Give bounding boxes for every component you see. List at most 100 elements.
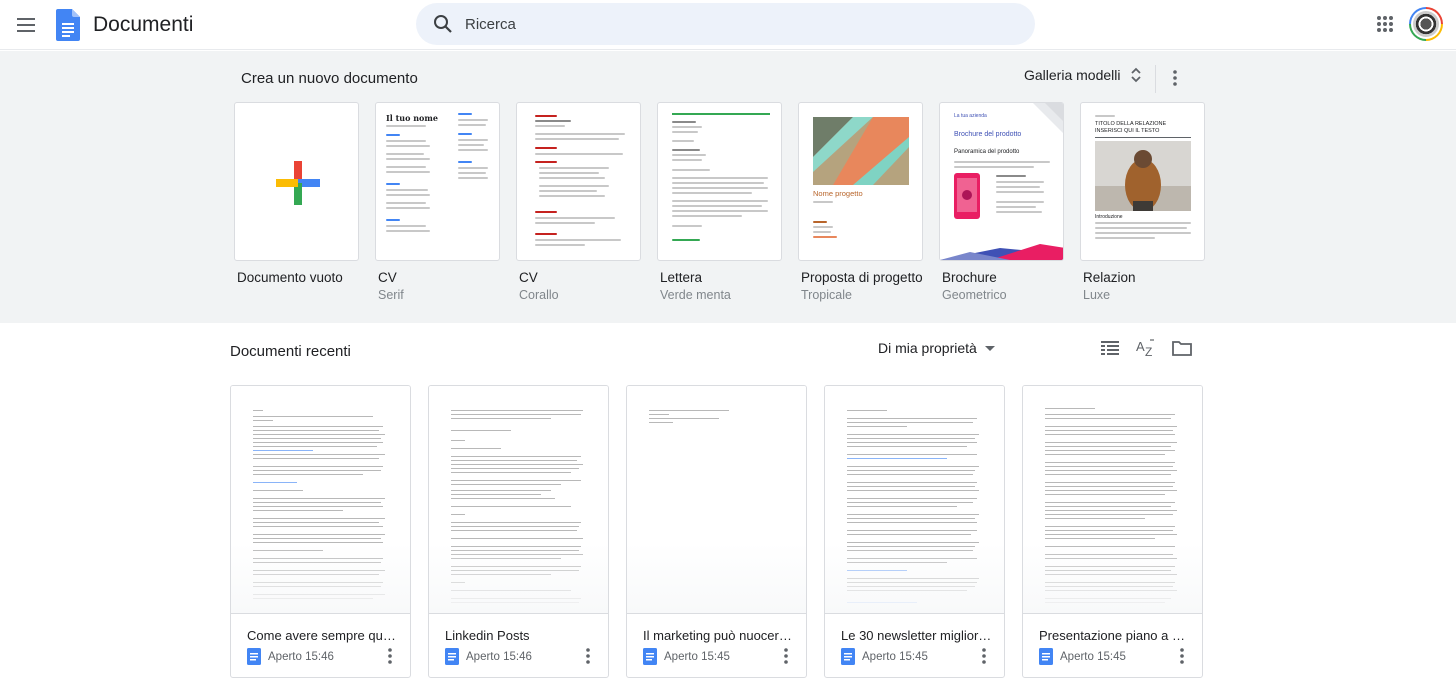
template-thumbnail[interactable]: TITOLO DELLA RELAZIONE INSERISCI QUI IL … (1080, 102, 1205, 261)
search-bar[interactable] (416, 3, 1035, 45)
opened-time: Aperto 15:45 (1060, 650, 1126, 663)
document-meta: Aperto 15:46 (247, 648, 334, 665)
hamburger-menu-button[interactable] (7, 5, 47, 45)
template-name: CV (378, 270, 397, 285)
document-more-button[interactable] (778, 646, 794, 666)
docs-logo-icon[interactable] (56, 8, 80, 41)
docs-file-icon (1039, 648, 1053, 665)
document-more-button[interactable] (580, 646, 596, 666)
plus-icon (276, 161, 320, 205)
document-title: Le 30 newsletter migliori ... (841, 628, 993, 643)
opened-time: Aperto 15:46 (466, 650, 532, 663)
phone-image (954, 173, 980, 219)
document-more-button[interactable] (382, 646, 398, 666)
template-name: Proposta di progetto (801, 270, 923, 285)
document-card[interactable]: Linkedin Posts Aperto 15:46 (428, 385, 609, 678)
document-preview (825, 386, 1004, 614)
docs-file-icon (643, 648, 657, 665)
document-meta: Aperto 15:45 (841, 648, 928, 665)
search-icon[interactable] (431, 12, 455, 36)
document-meta: Aperto 15:45 (1039, 648, 1126, 665)
opened-time: Aperto 15:45 (664, 650, 730, 663)
thumb-intro: Introduzione (1095, 214, 1123, 220)
report-photo (1095, 141, 1191, 211)
template-name: CV (519, 270, 538, 285)
thumb-sub: Panoramica del prodotto (954, 149, 1020, 155)
tropical-illustration (813, 117, 909, 185)
list-view-button[interactable] (1098, 336, 1122, 360)
template-report-luxe[interactable]: TITOLO DELLA RELAZIONE INSERISCI QUI IL … (1080, 102, 1205, 302)
template-name: Lettera (660, 270, 703, 285)
owner-filter-dropdown[interactable]: Di mia proprietà (878, 340, 995, 356)
sort-az-button[interactable]: AZ (1134, 336, 1158, 360)
templates-more-button[interactable] (1166, 67, 1184, 89)
more-vert-icon (388, 648, 392, 664)
thumb-heading: Il tuo nome (386, 113, 438, 123)
docs-file-icon (247, 648, 261, 665)
search-input[interactable] (465, 15, 985, 33)
thumb-company: La tua azienda (954, 113, 987, 119)
thumb-heading: Brochure del prodotto (954, 131, 1022, 138)
document-more-button[interactable] (976, 646, 992, 666)
expand-collapse-icon (1131, 67, 1142, 83)
opened-time: Aperto 15:45 (862, 650, 928, 663)
document-title: Come avere sempre qual... (247, 628, 399, 643)
template-subtitle: Corallo (519, 288, 559, 302)
document-preview (231, 386, 410, 614)
document-title: Il marketing può nuocere ... (643, 628, 795, 643)
geometric-footer (940, 244, 1063, 260)
template-thumbnail[interactable] (234, 102, 359, 261)
template-project-proposal[interactable]: Nome progetto Proposta di progetto Tropi… (798, 102, 923, 302)
template-thumbnail[interactable]: La tua azienda Brochure del prodotto Pan… (939, 102, 1064, 261)
template-name: Relazion (1083, 270, 1136, 285)
template-brochure[interactable]: La tua azienda Brochure del prodotto Pan… (939, 102, 1064, 302)
apps-grid-button[interactable] (1372, 11, 1398, 37)
template-list: Documento vuoto Il tuo nome CV Serif CV … (234, 102, 1205, 302)
recent-documents-list: Come avere sempre qual... Aperto 15:46 L… (230, 385, 1203, 678)
docs-file-icon (445, 648, 459, 665)
template-subtitle: Serif (378, 288, 404, 302)
template-letter-mint[interactable]: Lettera Verde menta (657, 102, 782, 302)
document-title: Presentazione piano a pa... (1039, 628, 1191, 643)
document-card[interactable]: Le 30 newsletter migliori ... Aperto 15:… (824, 385, 1005, 678)
thumb-heading: TITOLO DELLA RELAZIONE (1095, 121, 1167, 127)
thumb-sub: INSERISCI QUI IL TESTO (1095, 128, 1160, 134)
template-thumbnail[interactable] (657, 102, 782, 261)
template-thumbnail[interactable]: Il tuo nome (375, 102, 500, 261)
open-file-picker-button[interactable] (1170, 336, 1194, 360)
template-cv-serif[interactable]: Il tuo nome CV Serif (375, 102, 500, 302)
divider (1155, 65, 1156, 93)
document-more-button[interactable] (1174, 646, 1190, 666)
document-preview (1023, 386, 1202, 614)
template-thumbnail[interactable] (516, 102, 641, 261)
template-subtitle: Tropicale (801, 288, 852, 302)
recent-documents-title: Documenti recenti (230, 343, 351, 360)
docs-file-icon (841, 648, 855, 665)
app-title[interactable]: Documenti (93, 13, 193, 37)
template-subtitle: Verde menta (660, 288, 731, 302)
opened-time: Aperto 15:46 (268, 650, 334, 663)
template-name: Documento vuoto (237, 270, 343, 285)
document-card[interactable]: Il marketing può nuocere ... Aperto 15:4… (626, 385, 807, 678)
template-subtitle: Geometrico (942, 288, 1007, 302)
document-meta: Aperto 15:45 (643, 648, 730, 665)
sort-az-icon: AZ (1136, 339, 1154, 357)
templates-section-title: Crea un nuovo documento (241, 70, 418, 87)
caret-down-icon (984, 345, 995, 351)
template-gallery-section: Crea un nuovo documento Galleria modelli… (0, 51, 1456, 323)
template-cv-coral[interactable]: CV Corallo (516, 102, 641, 302)
owner-filter-label: Di mia proprietà (878, 340, 977, 356)
document-card[interactable]: Presentazione piano a pa... Aperto 15:45 (1022, 385, 1203, 678)
template-blank[interactable]: Documento vuoto (234, 102, 359, 302)
account-avatar[interactable] (1409, 7, 1443, 41)
more-vert-icon (1180, 648, 1184, 664)
geometric-corner (1033, 103, 1063, 133)
document-card[interactable]: Come avere sempre qual... Aperto 15:46 (230, 385, 411, 678)
template-gallery-label: Galleria modelli (1024, 67, 1121, 83)
top-bar: Documenti (0, 0, 1456, 50)
svg-text:Z: Z (1145, 345, 1152, 357)
template-gallery-button[interactable]: Galleria modelli (1024, 66, 1144, 84)
document-preview (429, 386, 608, 614)
more-vert-icon (784, 648, 788, 664)
template-thumbnail[interactable]: Nome progetto (798, 102, 923, 261)
